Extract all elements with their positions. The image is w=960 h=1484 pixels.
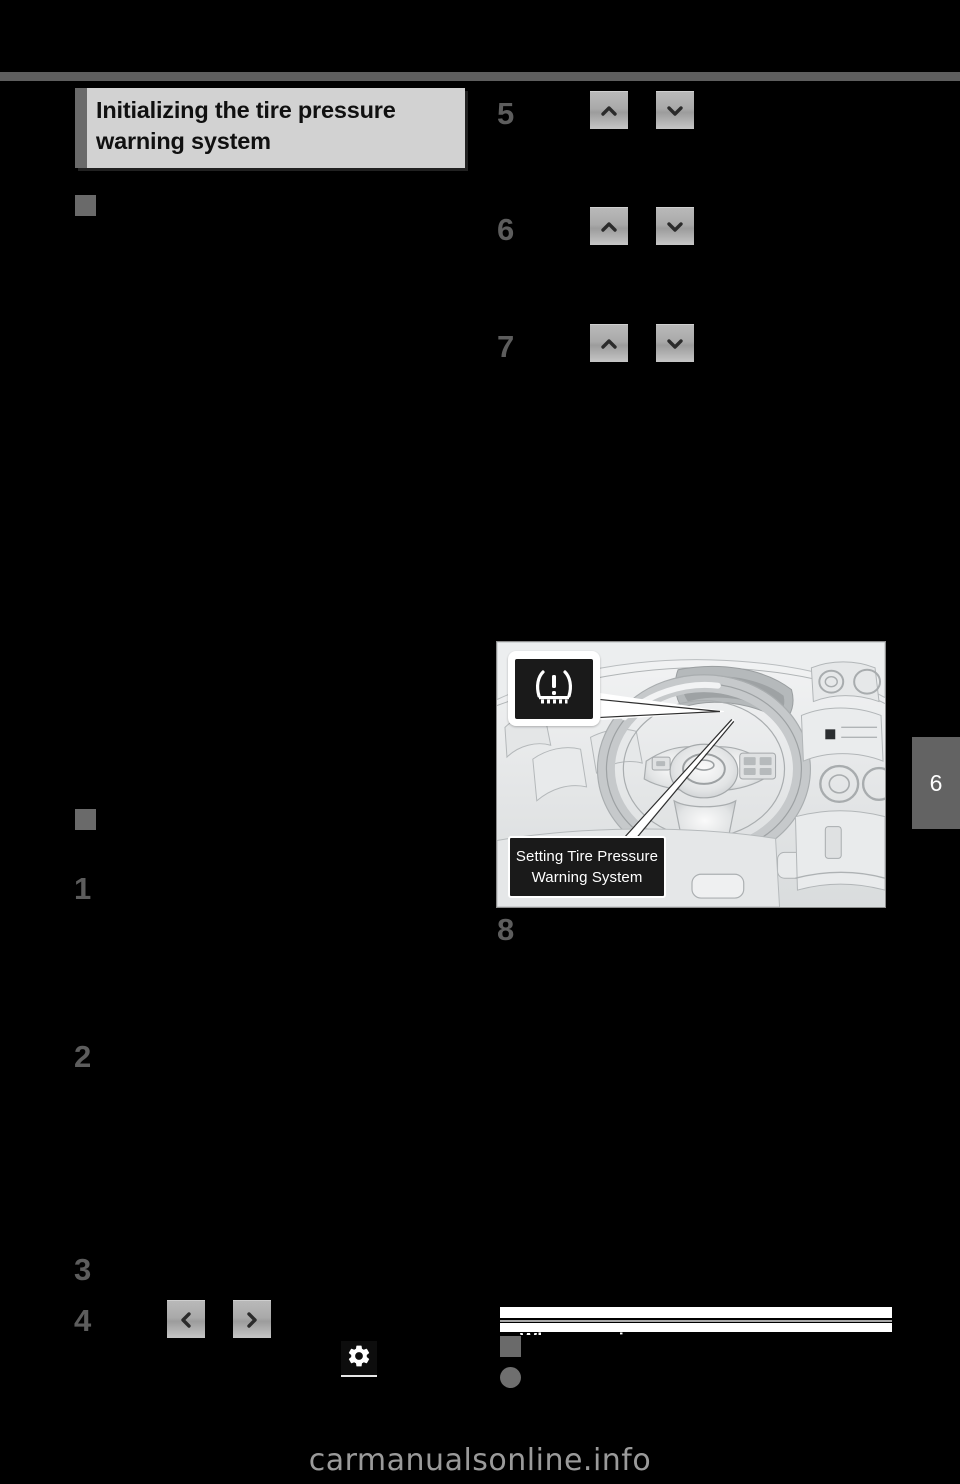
section-title-line1: Initializing the tire pressure: [96, 97, 396, 123]
chevron-left-button[interactable]: [167, 1300, 205, 1338]
subsection-bullet-1: [75, 195, 96, 216]
display-message-card: Setting Tire Pressure Warning System: [508, 836, 666, 898]
chapter-tab-number: 6: [929, 769, 943, 796]
site-watermark: carmanualsonline.info: [308, 1443, 652, 1478]
step5-chevron-down-button[interactable]: [656, 91, 694, 129]
chevron-down-icon: [666, 335, 684, 353]
notice-round-bullet: [500, 1367, 521, 1388]
chevron-down-icon: [666, 218, 684, 236]
notice-square-bullet: [500, 1336, 521, 1357]
chevron-right-button[interactable]: [233, 1300, 271, 1338]
step-number-8: 8: [497, 912, 514, 947]
page-top-rule: [0, 72, 960, 81]
section-title-text: Initializing the tire pressure warning s…: [87, 88, 465, 168]
step-number-7: 7: [497, 329, 514, 364]
step7-chevron-up-button[interactable]: [590, 324, 628, 362]
section-title-box: Initializing the tire pressure warning s…: [75, 88, 465, 168]
step-number-1: 1: [74, 871, 91, 906]
instrument-panel-illustration: Setting Tire Pressure Warning System: [496, 641, 886, 908]
step7-chevron-down-button[interactable]: [656, 324, 694, 362]
subsection-bullet-2: [75, 809, 96, 830]
chevron-left-icon: [177, 1311, 195, 1329]
step6-chevron-down-button[interactable]: [656, 207, 694, 245]
step-number-4: 4: [74, 1303, 91, 1338]
step-number-5: 5: [497, 96, 514, 131]
tpms-indicator-screen: [515, 658, 593, 719]
notice-heading-redacted: When warning: [520, 1330, 647, 1335]
notice-divider-rule: [500, 1320, 892, 1322]
step6-chevron-up-button[interactable]: [590, 207, 628, 245]
tpms-indicator-card: [508, 651, 600, 726]
display-message-line1: Setting Tire Pressure: [515, 848, 659, 865]
step-number-6: 6: [497, 212, 514, 247]
step5-chevron-up-button[interactable]: [590, 91, 628, 129]
chevron-up-icon: [600, 335, 618, 353]
chapter-tab[interactable]: 6: [912, 737, 960, 829]
gear-icon: [346, 1343, 372, 1374]
tire-pressure-warning-icon: [531, 666, 577, 711]
chevron-up-icon: [600, 102, 618, 120]
chevron-down-icon: [666, 102, 684, 120]
section-title-line2: warning system: [96, 128, 271, 154]
step-number-2: 2: [74, 1039, 91, 1074]
chevron-right-icon: [243, 1311, 261, 1329]
step-number-3: 3: [74, 1252, 91, 1287]
chevron-up-icon: [600, 218, 618, 236]
section-title-accent-bar: [75, 88, 87, 168]
settings-gear-button[interactable]: [341, 1341, 377, 1377]
display-message-line2: Warning System: [531, 869, 643, 886]
notice-divider-top: [500, 1307, 892, 1318]
